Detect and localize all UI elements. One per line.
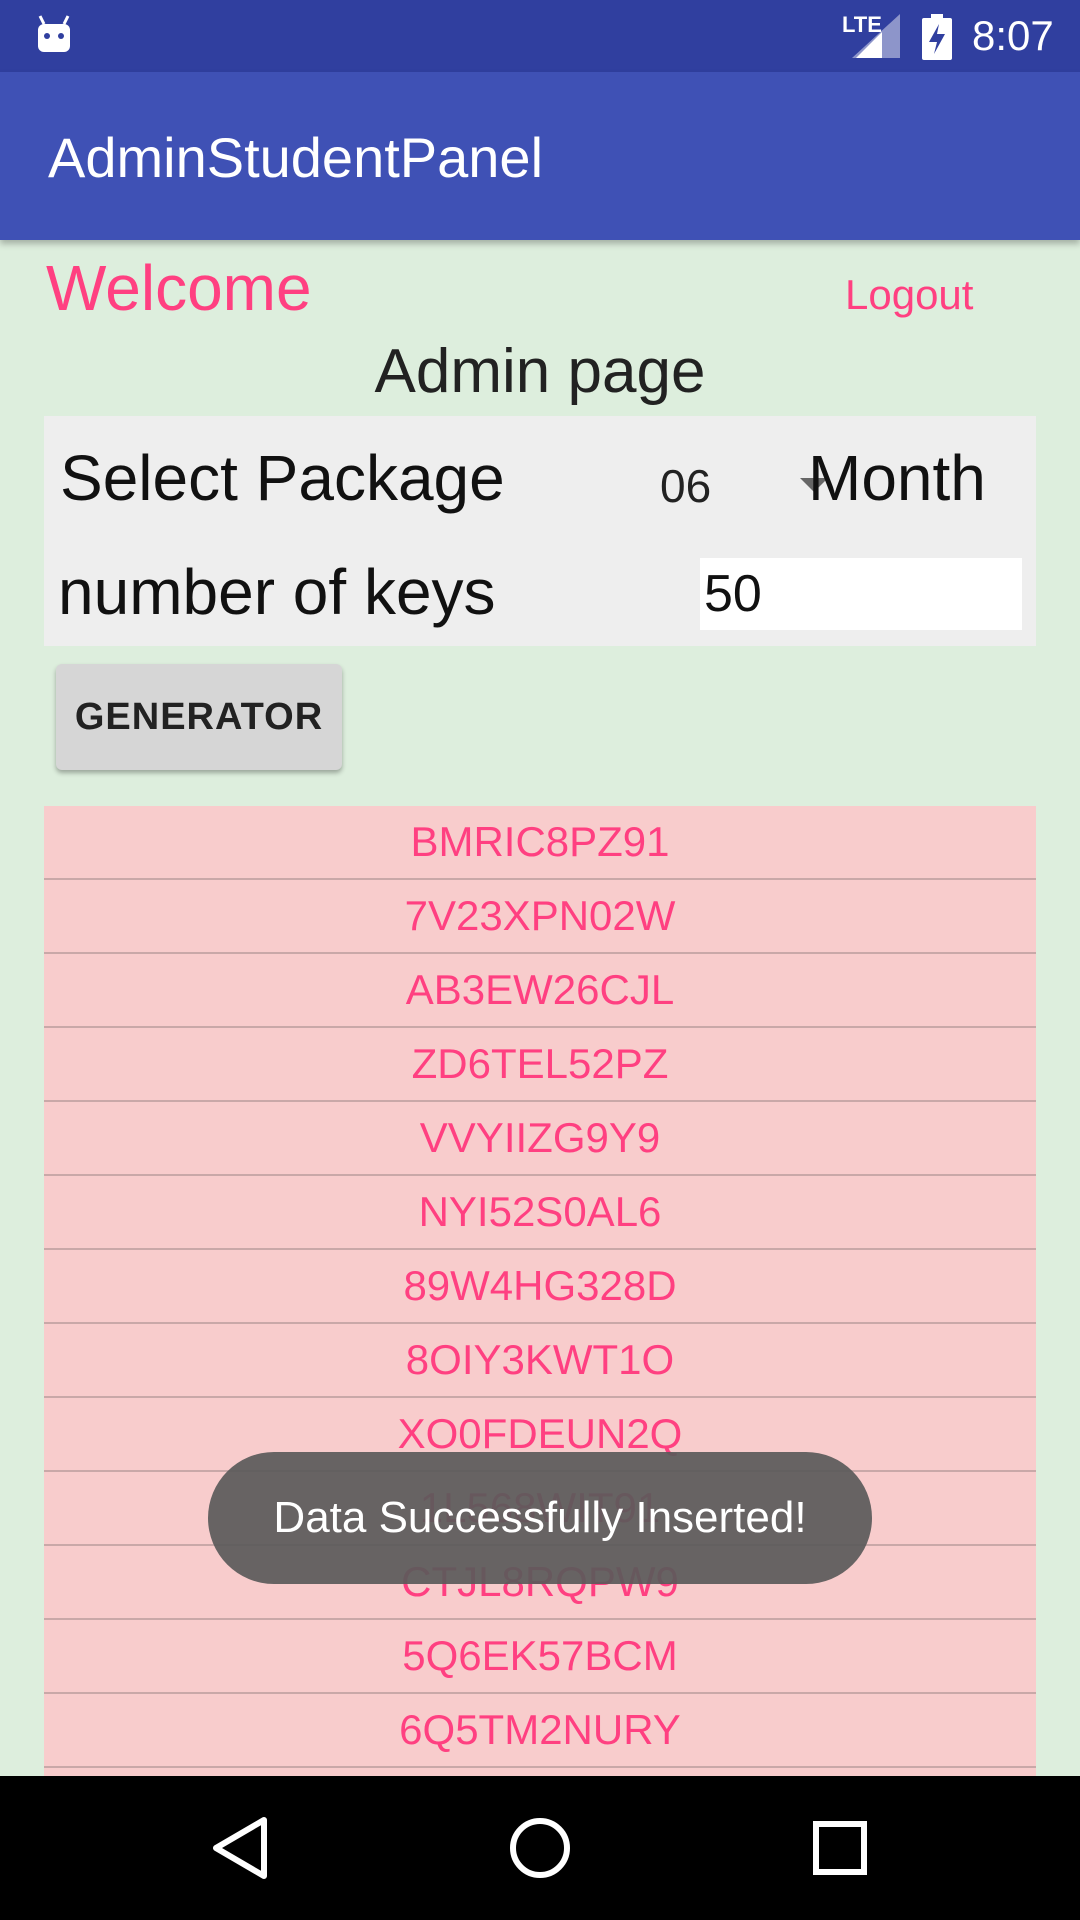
key-list-item[interactable]: BMRIC8PZ91 [44,806,1036,880]
app-title: AdminStudentPanel [48,126,544,189]
package-spinner-value: 06 [660,460,712,512]
recents-icon[interactable] [798,1806,882,1890]
status-bar: LTE 8:07 [0,0,1080,72]
select-package-label: Select Package [60,442,505,514]
back-icon[interactable] [198,1806,282,1890]
toast-message: Data Successfully Inserted! [208,1452,872,1584]
number-of-keys-input[interactable] [700,558,1022,630]
key-list-item[interactable]: 89W4HG328D [44,1250,1036,1324]
battery-charging-icon [922,14,952,60]
key-list-item[interactable]: OYH3PWY6SE [44,1768,1036,1776]
key-list-item[interactable]: ZD6TEL52PZ [44,1028,1036,1102]
home-icon[interactable] [498,1806,582,1890]
welcome-text: Welcome [46,252,312,324]
key-list-item[interactable]: 6Q5TM2NURY [44,1694,1036,1768]
package-form: Select Package 06 Month number of keys [44,416,1036,646]
navigation-bar [0,1776,1080,1920]
app-bar: AdminStudentPanel [0,72,1080,240]
android-icon [38,15,70,52]
status-time: 8:07 [972,12,1054,59]
month-label: Month [808,442,986,514]
number-of-keys-label: number of keys [58,556,496,628]
key-list-item[interactable]: 5Q6EK57BCM [44,1620,1036,1694]
key-list-item[interactable]: VVYIIZG9Y9 [44,1102,1036,1176]
logout-button[interactable]: Logout [845,270,973,320]
signal-icon [852,14,900,58]
key-list-item[interactable]: 8OIY3KWT1O [44,1324,1036,1398]
page-title: Admin page [374,337,706,406]
key-list-item[interactable]: NYI52S0AL6 [44,1176,1036,1250]
generator-button[interactable]: GENERATOR [56,664,342,770]
key-list-item[interactable]: 7V23XPN02W [44,880,1036,954]
package-spinner[interactable]: 06 [614,450,834,522]
key-list-item[interactable]: AB3EW26CJL [44,954,1036,1028]
generated-keys-list[interactable]: BMRIC8PZ91 7V23XPN02W AB3EW26CJL ZD6TEL52PZ… [44,806,1036,1776]
